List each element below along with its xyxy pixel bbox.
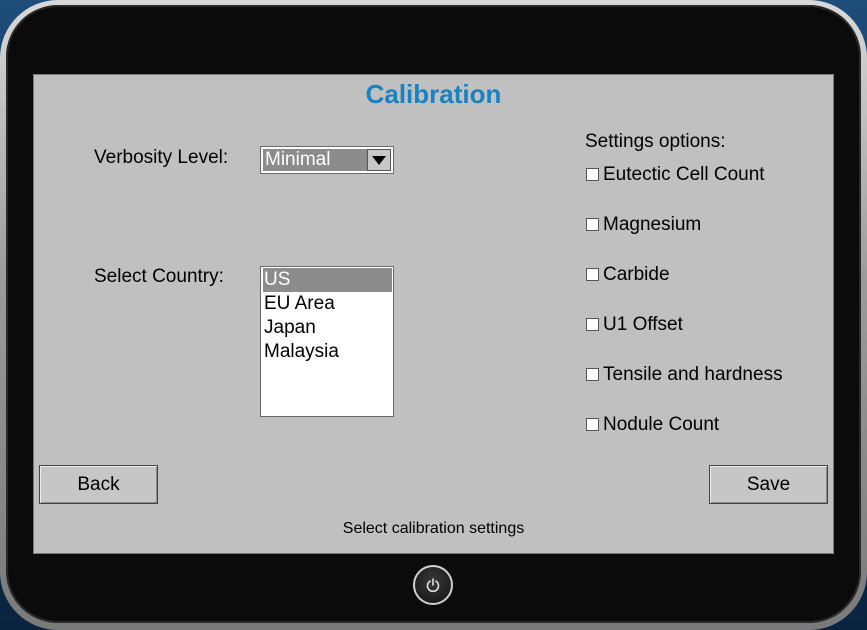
nodule-count-label: Nodule Count	[603, 414, 720, 435]
verbosity-selected-value: Minimal	[263, 149, 367, 171]
carbide-checkbox[interactable]	[586, 268, 599, 281]
power-icon	[426, 578, 440, 593]
country-label: Select Country:	[94, 266, 224, 287]
verbosity-dropdown[interactable]: Minimal	[260, 146, 394, 174]
u1-offset-label: U1 Offset	[603, 314, 683, 335]
country-listbox[interactable]: US EU Area Japan Malaysia	[260, 266, 394, 417]
carbide-label: Carbide	[603, 264, 670, 285]
eutectic-cell-count-label: Eutectic Cell Count	[603, 164, 765, 185]
save-button[interactable]: Save	[709, 465, 828, 504]
status-text: Select calibration settings	[342, 520, 525, 537]
magnesium-checkbox[interactable]	[586, 218, 599, 231]
settings-header: Settings options:	[585, 131, 726, 152]
country-option-japan[interactable]: Japan	[263, 316, 392, 340]
country-option-us[interactable]: US	[263, 268, 392, 292]
calibration-screen: Calibration Verbosity Level: Minimal Sel…	[33, 74, 834, 554]
u1-offset-checkbox[interactable]	[586, 318, 599, 331]
chevron-down-icon[interactable]	[367, 149, 391, 171]
verbosity-label: Verbosity Level:	[94, 147, 229, 168]
page-title: Calibration	[365, 79, 502, 109]
back-button[interactable]: Back	[39, 465, 158, 504]
eutectic-cell-count-checkbox[interactable]	[586, 168, 599, 181]
magnesium-label: Magnesium	[603, 214, 702, 235]
tensile-and-hardness-label: Tensile and hardness	[603, 364, 783, 385]
nodule-count-checkbox[interactable]	[586, 418, 599, 431]
country-option-eu-area[interactable]: EU Area	[263, 292, 392, 316]
tensile-and-hardness-checkbox[interactable]	[586, 368, 599, 381]
power-button[interactable]	[413, 565, 453, 605]
country-option-malaysia[interactable]: Malaysia	[263, 340, 392, 364]
